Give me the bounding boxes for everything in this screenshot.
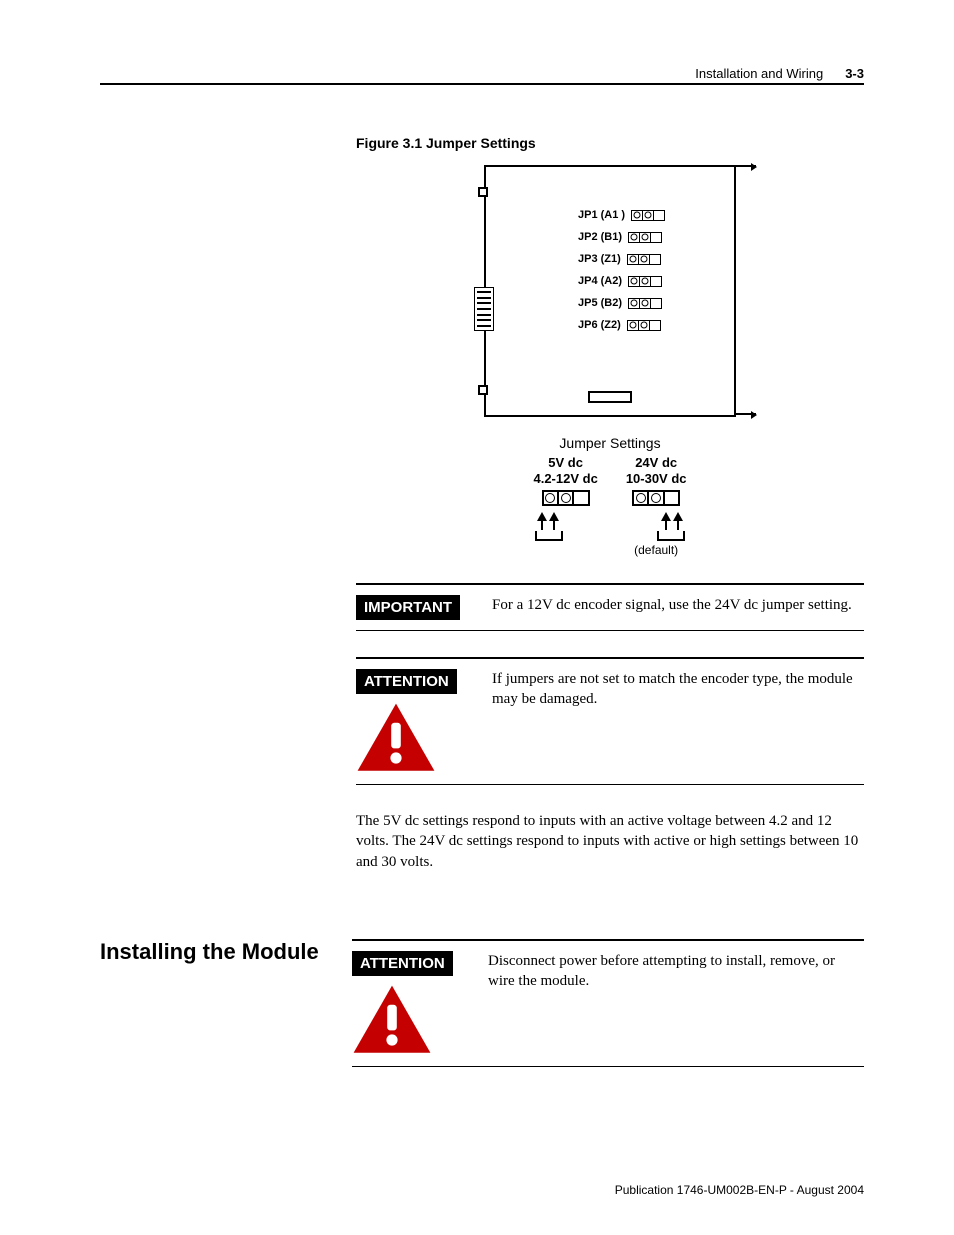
jumper-label: JP1 (A1 ) — [578, 209, 625, 221]
jumper-label: JP6 (Z2) — [578, 319, 621, 331]
jumper-row: JP6 (Z2) — [578, 319, 665, 331]
body-paragraph: The 5V dc settings respond to inputs wit… — [356, 811, 864, 872]
jumper-icon — [628, 298, 662, 309]
jumper-col-5v: 5V dc 4.2-12V dc — [533, 455, 597, 557]
section-installing: Installing the Module ATTENTION — [100, 939, 864, 1067]
figure-caption: Figure 3.1 Jumper Settings — [356, 135, 864, 151]
callout-attention: ATTENTION Disconnect power before attemp… — [352, 939, 864, 1067]
diagram-ext-top — [734, 165, 756, 175]
diagram-notch — [478, 187, 488, 197]
diagram-connector-lead — [484, 274, 486, 288]
jumper-icon — [631, 210, 665, 221]
header-section-title: Installation and Wiring — [695, 66, 823, 81]
attention-text: Disconnect power before attempting to in… — [488, 951, 864, 1056]
brace-icon — [535, 531, 563, 541]
jumper-row: JP2 (B1) — [578, 231, 665, 243]
module-outline: JP1 (A1 ) JP2 (B1) JP3 (Z1 — [484, 165, 736, 417]
diagram-connector — [474, 287, 494, 331]
up-arrow-icon — [673, 512, 683, 521]
warning-icon — [356, 702, 436, 774]
jumper-label: JP4 (A2) — [578, 275, 622, 287]
jumper-icon — [627, 320, 661, 331]
jumper-col-line2: 10-30V dc — [626, 471, 687, 487]
jumper-list: JP1 (A1 ) JP2 (B1) JP3 (Z1 — [578, 209, 665, 341]
jumper-row: JP3 (Z1) — [578, 253, 665, 265]
important-text: For a 12V dc encoder signal, use the 24V… — [492, 595, 864, 620]
jumper-icon — [632, 490, 680, 506]
jumper-label: JP2 (B1) — [578, 231, 622, 243]
up-arrow-icon — [549, 512, 559, 521]
jumper-settings-heading: Jumper Settings — [356, 435, 864, 451]
callout-rule — [356, 583, 864, 585]
jumper-icon — [628, 232, 662, 243]
brace-icon — [657, 531, 685, 541]
important-badge: IMPORTANT — [356, 595, 460, 620]
diagram-connector-lead — [484, 330, 486, 344]
jumper-label: JP3 (Z1) — [578, 253, 621, 265]
figure-diagram: JP1 (A1 ) JP2 (B1) JP3 (Z1 — [356, 165, 864, 417]
jumper-row: JP5 (B2) — [578, 297, 665, 309]
attention-badge: ATTENTION — [352, 951, 453, 976]
jumper-label: JP5 (B2) — [578, 297, 622, 309]
callout-bottom-rule — [356, 630, 864, 631]
main-column: Figure 3.1 Jumper Settings JP1 — [356, 135, 864, 887]
footer-publication: Publication 1746-UM002B-EN-P - August 20… — [615, 1183, 864, 1197]
jumper-col-line2: 4.2-12V dc — [533, 471, 597, 487]
warning-icon — [352, 984, 432, 1056]
header-rule — [100, 83, 864, 85]
diagram-notch — [478, 385, 488, 395]
callout-rule — [352, 939, 864, 941]
header-page-number: 3-3 — [845, 66, 864, 81]
jumper-icon — [627, 254, 661, 265]
jumper-icon — [628, 276, 662, 287]
jumper-row: JP4 (A2) — [578, 275, 665, 287]
diagram-slot — [588, 391, 632, 403]
jumper-col-line1: 5V dc — [533, 455, 597, 471]
left-gutter — [100, 135, 352, 887]
callout-important: IMPORTANT For a 12V dc encoder signal, u… — [356, 583, 864, 631]
jumper-col-line1: 24V dc — [626, 455, 687, 471]
jumper-settings-detail: Jumper Settings 5V dc 4.2-12V dc — [356, 435, 864, 557]
section-heading: Installing the Module — [100, 939, 352, 1067]
content-grid: Figure 3.1 Jumper Settings JP1 — [100, 135, 864, 887]
callout-bottom-rule — [352, 1066, 864, 1067]
callout-bottom-rule — [356, 784, 864, 785]
jumper-row: JP1 (A1 ) — [578, 209, 665, 221]
jumper-col-24v: 24V dc 10-30V dc (default) — [626, 455, 687, 557]
attention-badge: ATTENTION — [356, 669, 457, 694]
up-arrow-icon — [661, 512, 671, 521]
jumper-icon — [542, 490, 590, 506]
diagram-ext-bottom — [734, 413, 756, 423]
up-arrow-icon — [537, 512, 547, 521]
callout-rule — [356, 657, 864, 659]
attention-text: If jumpers are not set to match the enco… — [492, 669, 864, 774]
document-page: Installation and Wiring 3-3 Figure 3.1 J… — [0, 0, 954, 1235]
callout-attention: ATTENTION If jumpers are not set to matc… — [356, 657, 864, 785]
running-header: Installation and Wiring 3-3 — [100, 66, 864, 81]
default-label: (default) — [626, 543, 687, 557]
